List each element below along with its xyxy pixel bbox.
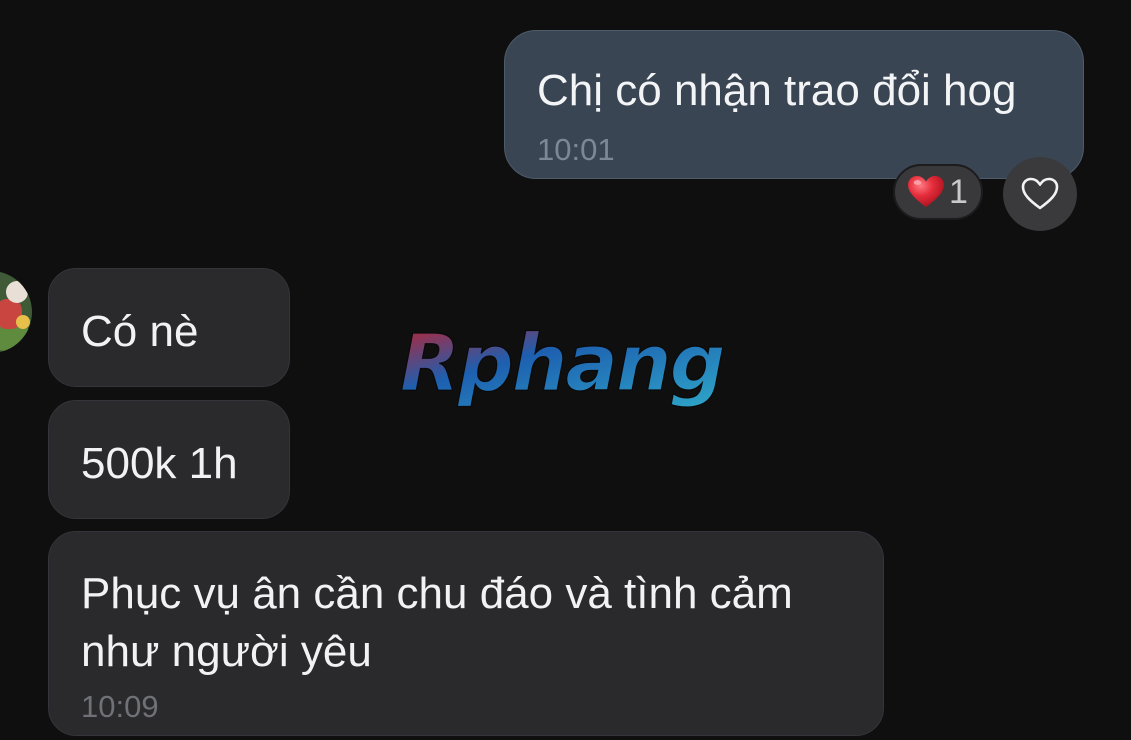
chat-screen: Chị có nhận trao đổi hog 10:01 1 Có nè 5… [0,0,1131,740]
message-timestamp: 10:09 [81,689,159,724]
message-text-line: như người yêu [81,627,372,676]
reaction-count: 1 [949,173,968,211]
incoming-message-bubble[interactable]: Có nè [48,268,290,387]
message-text: Có nè [81,307,199,356]
heart-emoji-icon [908,175,944,208]
message-text-line: Phục vụ ân cần chu đáo và tình cảm [81,569,793,618]
incoming-message-bubble[interactable]: Phục vụ ân cần chu đáo và tình cảm như n… [48,531,884,736]
reaction-summary[interactable]: 1 [893,164,983,220]
contact-avatar[interactable] [0,271,32,353]
outgoing-message-bubble[interactable]: Chị có nhận trao đổi hog 10:01 [504,30,1084,179]
incoming-message-bubble[interactable]: 500k 1h [48,400,290,519]
message-timestamp: 10:01 [537,132,615,167]
message-text: Chị có nhận trao đổi hog [537,66,1017,115]
watermark-text: Rphang [400,319,724,409]
heart-outline-icon [1021,177,1059,210]
react-button[interactable] [1003,157,1077,231]
message-text: 500k 1h [81,439,238,488]
watermark-logo: Rphang [399,318,726,409]
